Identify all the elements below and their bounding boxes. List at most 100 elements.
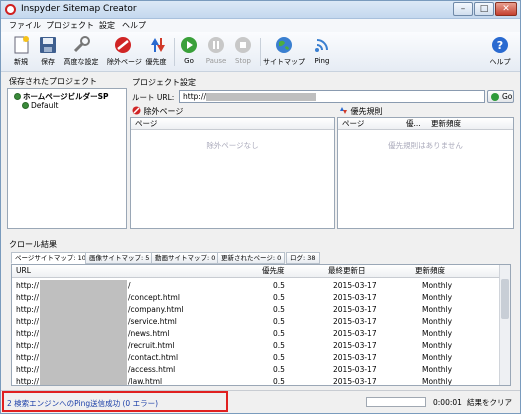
- exclude-pages-header: ページ: [131, 118, 334, 130]
- redacted-domain: [40, 316, 127, 328]
- column-change-frequency[interactable]: 更新頻度: [415, 265, 445, 277]
- menu-help[interactable]: ヘルプ: [122, 20, 146, 31]
- root-url-value: http://: [183, 92, 206, 101]
- last-modified-cell: 2015-03-17: [333, 329, 377, 338]
- change-frequency-cell: Monthly: [422, 353, 453, 362]
- tree-item-default[interactable]: Default: [22, 101, 58, 110]
- url-path: /: [128, 281, 131, 290]
- table-row[interactable]: http:// / 0.5 2015-03-17 Monthly: [12, 280, 500, 292]
- help-label: ヘルプ: [489, 58, 511, 66]
- save-button[interactable]: 保存: [33, 35, 63, 67]
- new-document-icon: [11, 35, 31, 55]
- url-path: /news.html: [128, 329, 170, 338]
- maximize-button[interactable]: □: [474, 2, 494, 16]
- stop-label: Stop: [235, 57, 251, 65]
- redacted-domain: [40, 292, 127, 304]
- close-button[interactable]: ✕: [495, 2, 517, 16]
- redacted-domain: [40, 376, 127, 385]
- stop-button[interactable]: Stop: [228, 35, 258, 65]
- priority-button[interactable]: 優先度: [141, 35, 171, 67]
- clear-results-button[interactable]: 結果をクリア: [467, 397, 512, 408]
- tab-video-sitemap[interactable]: 動画サイトマップ: 0: [151, 252, 220, 264]
- table-row[interactable]: http:// /news.html 0.5 2015-03-17 Monthly: [12, 328, 500, 340]
- saved-projects-tree: ホームページビルダーSP Default: [7, 88, 127, 229]
- column-priority[interactable]: 優...: [406, 118, 421, 129]
- go-button[interactable]: Go: [174, 35, 204, 65]
- help-button[interactable]: ? ヘルプ: [485, 35, 515, 67]
- column-last-modified[interactable]: 最終更新日: [328, 265, 366, 277]
- url-scheme: http://: [16, 341, 39, 350]
- change-frequency-cell: Monthly: [422, 365, 453, 374]
- wrench-icon: [71, 35, 91, 55]
- priority-arrows-icon: [146, 35, 166, 55]
- root-url-input[interactable]: http://: [179, 90, 485, 103]
- status-highlight-frame: [2, 391, 228, 412]
- svg-text:?: ?: [497, 39, 503, 52]
- exclude-pages-title-text: 除外ページ: [143, 107, 184, 116]
- new-button[interactable]: 新規: [6, 35, 36, 67]
- advanced-settings-button[interactable]: 高度な設定: [63, 35, 99, 67]
- exclude-pages-button[interactable]: 除外ページ: [107, 35, 142, 67]
- pause-icon: [206, 35, 226, 55]
- change-frequency-cell: Monthly: [422, 329, 453, 338]
- stop-icon: [233, 35, 253, 55]
- redacted-domain: [40, 364, 127, 376]
- table-row[interactable]: http:// /access.html 0.5 2015-03-17 Monthly: [12, 364, 500, 376]
- priority-cell: 0.5: [273, 341, 285, 350]
- column-page[interactable]: ページ: [135, 118, 157, 129]
- table-row[interactable]: http:// /company.html 0.5 2015-03-17 Monthly: [12, 304, 500, 316]
- url-path: /service.html: [128, 317, 177, 326]
- tab-updated-pages[interactable]: 更新されたページ: 0: [217, 252, 286, 264]
- no-entry-icon: [132, 106, 141, 115]
- url-scheme: http://: [16, 317, 39, 326]
- url-path: /access.html: [128, 365, 176, 374]
- toolbar: 新規 保存 高度な設定 除外ページ 優先度 Go Pause Stop サイトマ…: [1, 32, 520, 72]
- sitemap-button[interactable]: サイトマップ: [263, 35, 305, 67]
- url-path: /concept.html: [128, 293, 180, 302]
- menu-settings[interactable]: 設定: [99, 20, 115, 31]
- ping-button[interactable]: Ping: [307, 35, 337, 65]
- saved-projects-title: 保存されたプロジェクト: [9, 77, 97, 86]
- tab-image-sitemap[interactable]: 画像サイトマップ: 5: [85, 252, 154, 264]
- url-path: /contact.html: [128, 353, 179, 362]
- table-row[interactable]: http:// /concept.html 0.5 2015-03-17 Monthly: [12, 292, 500, 304]
- column-page[interactable]: ページ: [342, 118, 364, 129]
- last-modified-cell: 2015-03-17: [333, 305, 377, 314]
- scrollbar-thumb[interactable]: [501, 279, 509, 319]
- minimize-button[interactable]: –: [453, 2, 473, 16]
- priority-arrows-icon: [340, 107, 347, 114]
- change-frequency-cell: Monthly: [422, 281, 453, 290]
- table-row[interactable]: http:// /service.html 0.5 2015-03-17 Monthly: [12, 316, 500, 328]
- table-row[interactable]: http:// /recruit.html 0.5 2015-03-17 Monthly: [12, 340, 500, 352]
- vertical-scrollbar[interactable]: [499, 265, 510, 385]
- ping-label: Ping: [314, 57, 330, 65]
- change-frequency-cell: Monthly: [422, 293, 453, 302]
- tab-page-sitemap[interactable]: ページサイトマップ: 10: [11, 252, 90, 264]
- table-row[interactable]: http:// /law.html 0.5 2015-03-17 Monthly: [12, 376, 500, 385]
- priority-cell: 0.5: [273, 353, 285, 362]
- priority-rules-title-text: 優先規則: [350, 107, 383, 116]
- menu-project[interactable]: プロジェクト: [46, 20, 94, 31]
- crawl-results-table: URL 優先度 最終更新日 更新頻度 http:// / 0.5 2015-03-17…: [11, 264, 511, 386]
- url-path: /company.html: [128, 305, 184, 314]
- priority-cell: 0.5: [273, 365, 285, 374]
- column-priority[interactable]: 優先度: [262, 265, 285, 277]
- column-frequency[interactable]: 更新頻度: [431, 118, 461, 129]
- column-url[interactable]: URL: [16, 265, 31, 277]
- last-modified-cell: 2015-03-17: [333, 365, 377, 374]
- url-scheme: http://: [16, 305, 39, 314]
- priority-label: 優先度: [145, 58, 167, 66]
- pause-button[interactable]: Pause: [201, 35, 231, 65]
- menu-file[interactable]: ファイル: [9, 20, 41, 31]
- go-arrow-icon: [491, 93, 499, 101]
- table-row[interactable]: http:// /contact.html 0.5 2015-03-17 Monthly: [12, 352, 500, 364]
- no-entry-icon: [113, 35, 133, 55]
- globe-icon: [274, 35, 294, 55]
- priority-rules-empty: 優先規則はありません: [388, 141, 463, 150]
- tab-log[interactable]: ログ: 38: [286, 252, 320, 264]
- new-label: 新規: [14, 58, 28, 66]
- redacted-domain: [40, 352, 127, 364]
- menu-bar: ファイル プロジェクト 設定 ヘルプ: [1, 19, 520, 32]
- app-window: Inspyder Sitemap Creator – □ ✕ ファイル プロジェ…: [0, 0, 521, 414]
- root-url-go-button[interactable]: Go: [487, 90, 514, 103]
